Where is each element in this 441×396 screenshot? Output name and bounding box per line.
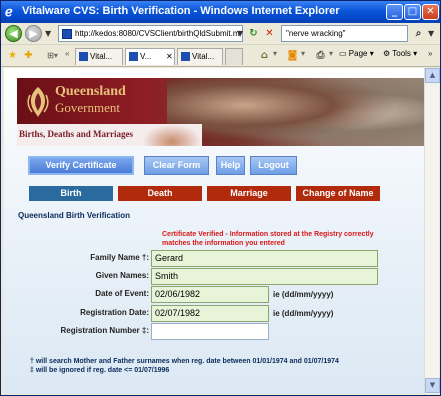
given-names-label: Given Names: bbox=[95, 271, 149, 280]
close-button[interactable]: ✕ bbox=[422, 4, 439, 20]
address-input[interactable]: http://kedos:8080/CVSClient/birthQldSubm… bbox=[58, 25, 243, 42]
registration-date-label: Registration Date: bbox=[80, 308, 149, 317]
feeds-icon[interactable]: ◙ bbox=[285, 48, 300, 63]
title-bar[interactable]: ℯ Vitalware CVS: Birth Verification - Wi… bbox=[1, 1, 440, 23]
footnote-double-dagger: ‡ will be ignored if reg. date <= 01/07/… bbox=[30, 367, 170, 374]
page-menu-label: Page bbox=[348, 49, 368, 58]
tab-favicon-icon bbox=[129, 52, 138, 61]
refresh-icon[interactable]: ↻ bbox=[246, 26, 261, 41]
verification-notice: Certificate Verified - Information store… bbox=[162, 231, 374, 247]
tab-3-label: Vital... bbox=[192, 52, 215, 61]
banner-photo bbox=[167, 78, 424, 146]
tab-list-icon[interactable]: « bbox=[65, 49, 69, 58]
ie-logo-icon: ℯ bbox=[5, 4, 13, 19]
page-favicon-icon bbox=[62, 29, 72, 39]
tab-birth[interactable]: Birth bbox=[29, 186, 113, 201]
search-dropdown-icon[interactable]: ▼ bbox=[428, 29, 434, 38]
given-names-field[interactable]: Smith bbox=[151, 268, 378, 285]
toolbar-overflow-icon[interactable]: » bbox=[428, 49, 432, 58]
tab-1[interactable]: Vital... bbox=[75, 48, 123, 65]
registration-date-field[interactable]: 02/07/1982 bbox=[151, 305, 269, 322]
footnote-dagger: † will search Mother and Father surnames… bbox=[30, 358, 339, 365]
address-bar-row: ◀ ▶ ▼ http://kedos:8080/CVSClient/birthQ… bbox=[1, 23, 440, 45]
section-banner: Births, Deaths and Marriages bbox=[17, 124, 202, 146]
logout-button[interactable]: Logout bbox=[250, 156, 297, 175]
minimize-button[interactable]: _ bbox=[386, 4, 403, 20]
window-title: Vitalware CVS: Birth Verification - Wind… bbox=[22, 5, 340, 17]
search-input[interactable]: "nerve wracking" bbox=[281, 25, 408, 42]
date-of-event-field[interactable]: 02/06/1982 bbox=[151, 286, 269, 303]
family-name-label: Family Name †: bbox=[90, 253, 149, 262]
clear-form-button[interactable]: Clear Form bbox=[144, 156, 209, 175]
tools-menu[interactable]: ⚙ Tools ▾ bbox=[383, 49, 417, 58]
scroll-down-arrow-icon[interactable]: ▼ bbox=[425, 378, 440, 393]
home-icon[interactable]: ⌂ bbox=[257, 48, 272, 63]
add-favorites-icon[interactable]: ✚ bbox=[21, 48, 36, 63]
help-button[interactable]: Help bbox=[216, 156, 245, 175]
favorites-star-icon[interactable]: ★ bbox=[5, 48, 20, 63]
tab-2-label: V... bbox=[140, 52, 152, 61]
banner-swirl bbox=[142, 124, 202, 146]
search-text: "nerve wracking" bbox=[286, 29, 346, 38]
new-tab-button[interactable] bbox=[225, 48, 243, 65]
print-icon[interactable]: ⎙ bbox=[313, 48, 328, 63]
tab-favicon-icon bbox=[181, 52, 190, 61]
registration-date-hint: ie (dd/mm/yyyy) bbox=[273, 309, 334, 318]
feeds-dropdown-icon[interactable]: ▾ bbox=[301, 49, 305, 58]
queensland-crest-icon bbox=[27, 87, 49, 117]
forward-button[interactable]: ▶ bbox=[25, 25, 42, 42]
search-icon[interactable]: ⌕ bbox=[411, 26, 426, 41]
gear-icon: ⚙ bbox=[383, 49, 391, 58]
address-url: http://kedos:8080/CVSClient/birthQldSubm… bbox=[75, 29, 240, 38]
section-name: Births, Deaths and Marriages bbox=[19, 129, 133, 139]
tab-1-label: Vital... bbox=[90, 52, 113, 61]
page-icon: ▭ bbox=[339, 49, 347, 58]
maximize-button[interactable]: □ bbox=[404, 4, 421, 20]
registration-number-field[interactable] bbox=[151, 323, 269, 340]
back-button[interactable]: ◀ bbox=[5, 25, 22, 42]
gov-name-line1: Queensland bbox=[55, 84, 126, 99]
tab-3[interactable]: Vital... bbox=[177, 48, 223, 65]
scroll-up-arrow-icon[interactable]: ▲ bbox=[425, 68, 440, 83]
tab-row: ★ ✚ ⊞▾ « Vital... V... ✕ Vital... ⌂ ▾ ◙ … bbox=[1, 45, 440, 67]
tab-marriage[interactable]: Marriage bbox=[207, 186, 291, 201]
date-of-event-hint: ie (dd/mm/yyyy) bbox=[273, 290, 334, 299]
date-of-event-label: Date of Event: bbox=[95, 289, 149, 298]
quick-tabs-icon[interactable]: ⊞▾ bbox=[45, 48, 60, 63]
verify-certificate-button[interactable]: Verify Certificate bbox=[28, 156, 134, 175]
stop-icon[interactable]: ✕ bbox=[262, 26, 277, 41]
history-dropdown-icon[interactable]: ▼ bbox=[45, 29, 51, 38]
tools-menu-label: Tools bbox=[392, 49, 411, 58]
form-title: Queensland Birth Verification bbox=[18, 211, 131, 220]
family-name-field[interactable]: Gerard bbox=[151, 250, 378, 267]
print-dropdown-icon[interactable]: ▾ bbox=[329, 49, 333, 58]
tab-2[interactable]: V... ✕ bbox=[125, 48, 175, 65]
registration-number-label: Registration Number ‡: bbox=[60, 326, 149, 335]
vertical-scrollbar[interactable]: ▲ ▼ bbox=[424, 68, 440, 394]
tab-change-of-name[interactable]: Change of Name bbox=[296, 186, 380, 201]
tab-favicon-icon bbox=[79, 52, 88, 61]
tab-close-icon[interactable]: ✕ bbox=[166, 49, 173, 65]
browser-window: ℯ Vitalware CVS: Birth Verification - Wi… bbox=[0, 0, 441, 396]
address-dropdown-icon[interactable]: ▼ bbox=[237, 29, 243, 38]
tab-death[interactable]: Death bbox=[118, 186, 202, 201]
home-dropdown-icon[interactable]: ▾ bbox=[273, 49, 277, 58]
page-content: Queensland Government Births, Deaths and… bbox=[4, 68, 424, 394]
gov-name-line2: Government bbox=[55, 100, 120, 115]
page-menu[interactable]: ▭ Page ▾ bbox=[339, 49, 374, 58]
